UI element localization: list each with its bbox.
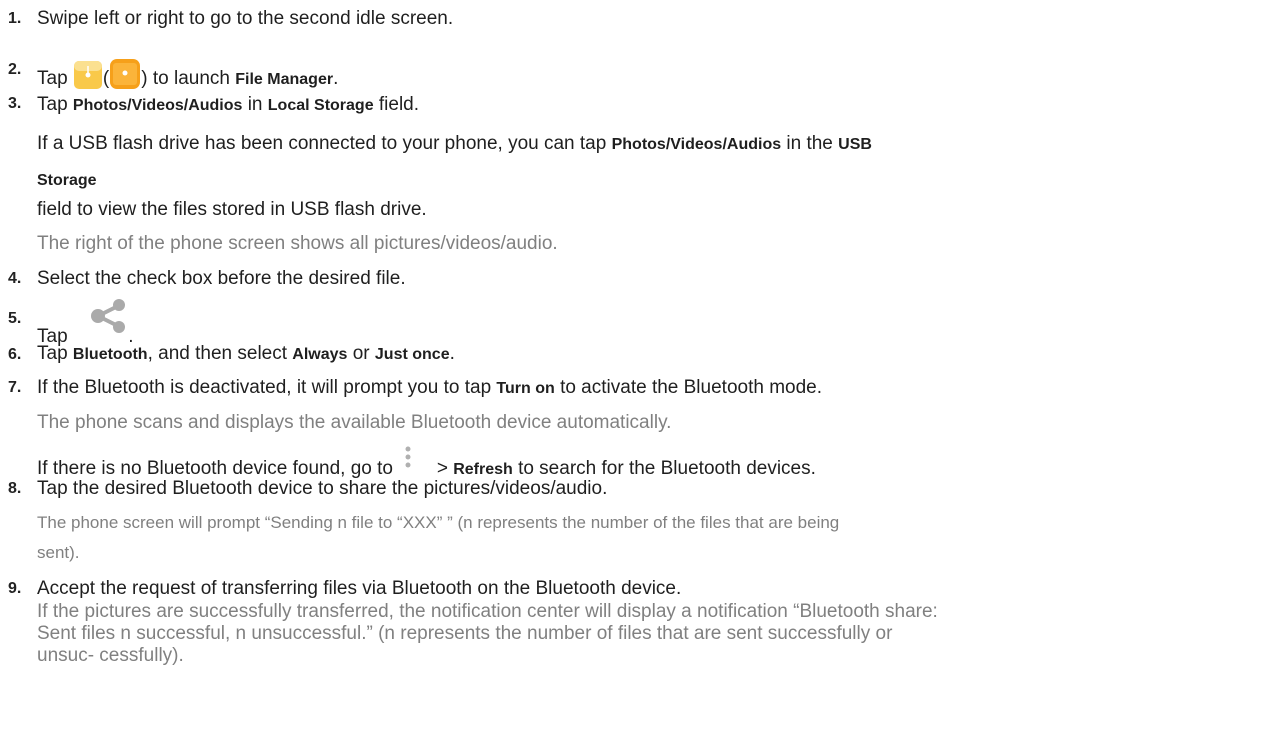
step-text: , and then select bbox=[147, 343, 288, 364]
step-text: ) to launch bbox=[141, 68, 230, 89]
step-text: If a USB flash drive has been connected … bbox=[37, 133, 607, 154]
step-number: 4. bbox=[8, 270, 22, 287]
step-bold: Photos/Videos/Audios bbox=[72, 97, 243, 114]
step-text: Tap bbox=[37, 68, 68, 89]
step-number: 7. bbox=[8, 379, 22, 396]
step-line: If a USB flash drive has been connected … bbox=[37, 132, 872, 157]
step-number: 5. bbox=[8, 310, 22, 327]
step-number: 1. bbox=[8, 10, 22, 27]
step-bold: USB bbox=[838, 136, 872, 153]
step-line: Tap Bluetooth, and then select Always or… bbox=[37, 342, 455, 367]
step-text: Tap bbox=[37, 343, 68, 364]
step-line: Storage bbox=[37, 168, 97, 193]
step-note: The right of the phone screen shows all … bbox=[37, 233, 558, 254]
step-bold: Storage bbox=[37, 172, 97, 189]
step-text: . bbox=[333, 68, 339, 89]
step-text: field to view the files stored in USB fl… bbox=[37, 199, 427, 220]
step-note: unsuc- cessfully). bbox=[37, 645, 184, 666]
step-text: in the bbox=[786, 133, 833, 154]
more-vert-icon bbox=[398, 446, 418, 479]
step-bold: Turn on bbox=[496, 380, 555, 397]
step-note: If the pictures are successfully transfe… bbox=[37, 601, 938, 622]
step-number: 3. bbox=[8, 95, 22, 112]
step-text: Tap the desired Bluetooth device to shar… bbox=[37, 478, 608, 499]
step-text: . bbox=[449, 343, 455, 364]
step-bold: Photos/Videos/Audios bbox=[611, 136, 782, 153]
step-text: field. bbox=[378, 94, 420, 115]
step-number: 9. bbox=[8, 580, 22, 597]
step-note: sent). bbox=[37, 543, 80, 562]
step-line: Tap Photos/Videos/Audios in Local Storag… bbox=[37, 93, 419, 118]
step-bold: Refresh bbox=[453, 461, 513, 478]
step-text: If there is no Bluetooth device found, g… bbox=[37, 458, 393, 479]
step-bold: Local Storage bbox=[267, 97, 374, 114]
step-text: to search for the Bluetooth devices. bbox=[518, 458, 816, 479]
step-bold: Always bbox=[292, 346, 348, 363]
step-text: > bbox=[436, 458, 448, 479]
step-line: Tap ( ) to launch File Manager. bbox=[37, 58, 338, 97]
step-bold: Just once bbox=[374, 346, 450, 363]
step-text: in bbox=[247, 94, 263, 115]
step-text: Swipe left or right to go to the second … bbox=[37, 8, 454, 29]
step-number: 2. bbox=[8, 61, 22, 78]
step-bold: File Manager bbox=[235, 71, 334, 88]
step-note: The phone screen will prompt “Sending n … bbox=[37, 513, 840, 532]
step-bold: Bluetooth bbox=[72, 346, 148, 363]
step-text: or bbox=[352, 343, 370, 364]
step-number: 6. bbox=[8, 346, 22, 363]
step-number: 8. bbox=[8, 480, 22, 497]
step-text: If the Bluetooth is deactivated, it will… bbox=[37, 377, 492, 398]
file-manager-icon bbox=[73, 60, 103, 97]
step-note: Sent files n successful, n unsuccessful.… bbox=[37, 623, 893, 644]
step-line: If the Bluetooth is deactivated, it will… bbox=[37, 376, 822, 401]
step-text: Select the check box before the desired … bbox=[37, 268, 406, 289]
step-text: to activate the Bluetooth mode. bbox=[560, 377, 823, 398]
step-text: Tap bbox=[37, 94, 68, 115]
step-line: Tap . bbox=[37, 298, 133, 347]
step-text: Accept the request of transferring files… bbox=[37, 578, 682, 599]
step-note: The phone scans and displays the availab… bbox=[37, 412, 672, 433]
file-manager-icon bbox=[109, 58, 141, 97]
